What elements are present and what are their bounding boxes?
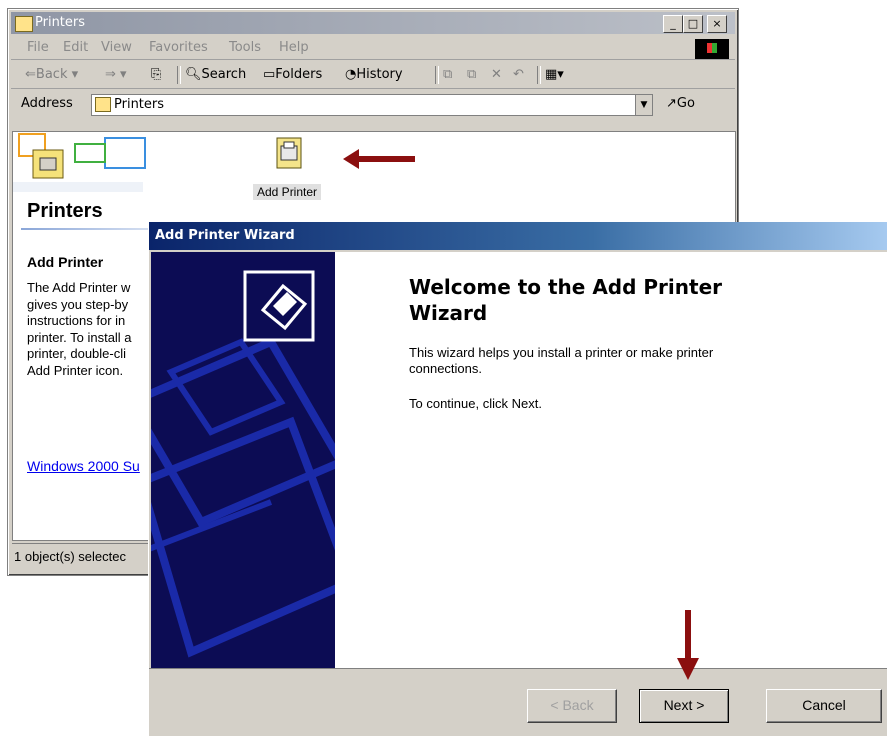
address-value: Printers [114, 97, 165, 112]
up-folder-icon[interactable]: ⎘ [151, 67, 161, 82]
add-printer-icon [276, 137, 302, 169]
menu-edit[interactable]: Edit [63, 40, 88, 55]
standard-toolbar: ⇐Back ▾ ⇒ ▾ ⎘ 🔍︎Search ▭Folders ◔History… [11, 62, 735, 89]
history-icon: ◔ [345, 67, 357, 82]
menu-view[interactable]: View [101, 40, 132, 55]
windows-logo-icon [695, 39, 729, 59]
explorer-title: Printers [35, 15, 86, 30]
copy-to-icon[interactable]: ⧉ [467, 67, 476, 82]
back-button[interactable]: < Back [527, 689, 617, 723]
search-icon: 🔍︎ [185, 67, 202, 82]
folders-icon: ▭ [263, 67, 276, 82]
views-icon[interactable]: ▦▾ [545, 67, 564, 82]
printers-folder-icon [95, 97, 111, 112]
add-printer-label: Add Printer [253, 184, 322, 200]
menu-favorites[interactable]: Favorites [149, 40, 208, 55]
info-description: The Add Printer w gives you step-by inst… [27, 280, 132, 378]
maximize-button[interactable]: □ [683, 15, 703, 33]
wizard-title: Add Printer Wizard [155, 228, 295, 243]
delete-icon[interactable]: ✕ [491, 67, 502, 82]
add-printer-wizard-dialog: Add Printer Wizard Welcome to the Add Pr… [148, 222, 887, 736]
wizard-description: This wizard helps you install a printer … [409, 345, 714, 376]
forward-button[interactable]: ⇒ ▾ [105, 67, 127, 82]
go-arrow-icon: ↗ [666, 96, 677, 111]
info-title: Add Printer [27, 254, 104, 270]
forward-arrow-icon: ⇒ ▾ [105, 67, 127, 82]
menu-bar: File Edit View Favorites Tools Help [11, 37, 735, 60]
move-to-icon[interactable]: ⧉ [443, 67, 452, 82]
red-arrow-down-icon [677, 610, 699, 680]
printers-banner-graphic [13, 133, 146, 192]
red-arrow-left-icon [343, 149, 415, 169]
search-button[interactable]: 🔍︎Search [185, 67, 246, 82]
folders-button[interactable]: ▭Folders [263, 67, 322, 82]
folder-heading: Printers [27, 200, 103, 222]
minimize-button[interactable]: _ [663, 15, 683, 33]
wizard-continue-text: To continue, click Next. [409, 396, 542, 411]
address-dropdown-icon[interactable]: ▼ [635, 95, 652, 115]
next-button[interactable]: Next > [639, 689, 729, 723]
cancel-button[interactable]: Cancel [766, 689, 882, 723]
printer-watermark-graphic [151, 270, 335, 658]
wizard-title-bar[interactable]: Add Printer Wizard [149, 222, 887, 250]
wizard-side-banner [151, 252, 335, 668]
go-button[interactable]: ↗Go [666, 96, 695, 111]
explorer-title-bar[interactable]: Printers _ □ × [11, 12, 735, 34]
back-arrow-icon: ⇐ [25, 67, 36, 82]
wizard-button-bar: < Back Next > Cancel [149, 668, 887, 736]
menu-help[interactable]: Help [279, 40, 309, 55]
history-button[interactable]: ◔History [345, 67, 403, 82]
add-printer-item[interactable]: Add Printer [249, 136, 333, 206]
undo-icon[interactable]: ↶ [513, 67, 524, 82]
menu-tools[interactable]: Tools [229, 40, 261, 55]
address-bar: Address Printers ▼ ↗Go [11, 91, 735, 119]
close-button[interactable]: × [707, 15, 727, 33]
back-button[interactable]: ⇐Back ▾ [25, 67, 78, 82]
wizard-heading: Welcome to the Add Printer Wizard [409, 275, 722, 325]
address-label: Address [21, 96, 73, 111]
address-input[interactable]: Printers ▼ [91, 94, 653, 116]
printers-folder-icon [15, 16, 33, 32]
status-text: 1 object(s) selectec [14, 549, 126, 564]
support-link[interactable]: Windows 2000 Su [27, 458, 140, 474]
menu-file[interactable]: File [27, 40, 49, 55]
wizard-content: Welcome to the Add Printer Wizard This w… [335, 252, 887, 668]
